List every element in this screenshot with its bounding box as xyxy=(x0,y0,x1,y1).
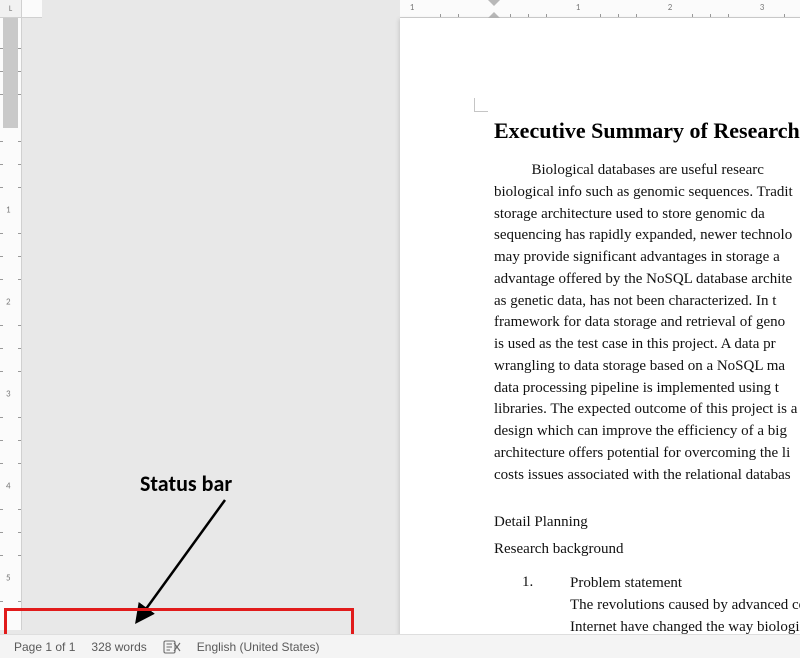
document-title: Executive Summary of Research P xyxy=(494,118,800,144)
arrow-icon xyxy=(120,490,260,640)
annotation-label: Status bar xyxy=(140,470,232,497)
proofing-icon[interactable] xyxy=(163,640,181,654)
ruler-vertical[interactable]: 1 2 3 4 5 xyxy=(0,18,22,630)
list-number: 1. xyxy=(522,572,542,594)
workspace: L 1 1 2 3 1 2 3 4 5 xyxy=(0,0,800,658)
ruler-v-number: 5 xyxy=(6,573,11,584)
subsection-heading: Research background xyxy=(494,541,800,558)
ruler-v-number: 1 xyxy=(6,205,11,216)
ruler-v-number: 3 xyxy=(6,389,11,400)
ruler-v-number: 4 xyxy=(6,481,11,492)
ruler-v-number: 2 xyxy=(6,297,11,308)
crop-mark-icon xyxy=(474,98,488,112)
status-bar: Page 1 of 1 328 words English (United St… xyxy=(0,634,800,658)
status-page[interactable]: Page 1 of 1 xyxy=(14,640,75,654)
ruler-h-number: 3 xyxy=(760,2,765,13)
ruler-h-number: 1 xyxy=(410,2,415,13)
ruler-horizontal[interactable]: 1 1 2 3 xyxy=(400,0,800,18)
document-body: Biological databases are useful researc … xyxy=(494,160,800,486)
document-page[interactable]: Executive Summary of Research P Biologic… xyxy=(400,18,800,658)
indent-marker-icon[interactable] xyxy=(488,0,500,18)
ruler-margin-band xyxy=(3,18,18,128)
section-heading: Detail Planning xyxy=(494,514,800,531)
ruler-corner: L xyxy=(0,0,22,18)
list-title: Problem statement xyxy=(522,573,800,595)
ruler-h-number: 2 xyxy=(668,2,673,13)
ruler-h-number: 1 xyxy=(576,2,581,13)
status-language[interactable]: English (United States) xyxy=(197,640,320,654)
status-word-count[interactable]: 328 words xyxy=(91,640,146,654)
ruler-h-left-stub xyxy=(22,0,42,18)
